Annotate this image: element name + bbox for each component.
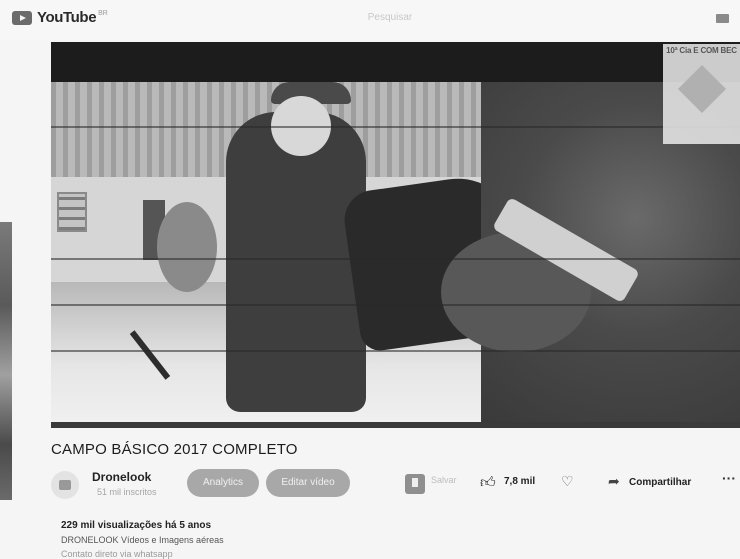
video-frame xyxy=(51,82,740,422)
subscriber-count: 51 mil inscritos xyxy=(97,487,157,497)
window-shape xyxy=(57,192,87,232)
search-input[interactable]: Pesquisar xyxy=(260,8,520,28)
scanline xyxy=(51,126,740,128)
side-thumbnail[interactable] xyxy=(0,222,12,500)
video-player[interactable]: 10ª Cia E COM BEC xyxy=(51,42,740,428)
youtube-logo[interactable]: YouTube BR xyxy=(12,9,108,26)
logo-text: YouTube xyxy=(37,9,97,26)
save-label[interactable]: Salvar xyxy=(431,475,457,485)
scanline xyxy=(51,258,740,260)
edit-video-button[interactable]: Editar vídeo xyxy=(266,469,350,497)
cast-icon[interactable] xyxy=(716,14,729,23)
soldier-figure xyxy=(226,112,366,412)
logo-country-code: BR xyxy=(98,10,108,17)
thumbs-down-icon[interactable]: ♡ xyxy=(561,473,574,490)
avatar-logo-icon xyxy=(59,480,71,490)
tree-shape xyxy=(157,202,217,292)
like-count[interactable]: 7,8 mil xyxy=(504,476,535,487)
description-line: Contato direto via whatsapp xyxy=(61,549,173,559)
scanline xyxy=(51,304,740,306)
thumbs-up-icon[interactable]: 👍︎ xyxy=(480,474,496,492)
save-icon[interactable] xyxy=(405,474,425,494)
analytics-button[interactable]: Analytics xyxy=(187,469,259,497)
views-and-date: 229 mil visualizações há 5 anos xyxy=(61,520,212,531)
scanline xyxy=(51,350,740,352)
video-title: CAMPO BÁSICO 2017 COMPLETO xyxy=(51,441,298,458)
youtube-play-icon xyxy=(12,10,32,25)
watermark-text: 10ª Cia E COM BEC xyxy=(666,46,737,55)
avatar[interactable] xyxy=(51,471,79,499)
more-icon[interactable]: ··· xyxy=(722,470,736,486)
share-arrow-icon[interactable]: ➦ xyxy=(608,473,620,490)
share-button[interactable]: Compartilhar xyxy=(629,477,691,488)
progress-bar[interactable] xyxy=(51,422,740,428)
description-line: DRONELOOK Vídeos e Imagens aéreas xyxy=(61,535,224,545)
channel-name[interactable]: Dronelook xyxy=(92,470,151,484)
